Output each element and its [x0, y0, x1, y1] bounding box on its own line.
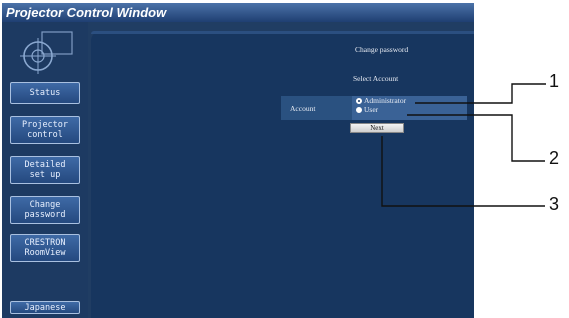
callout-3: 3 — [549, 194, 560, 214]
callout-lines — [381, 83, 546, 207]
callout-1: 1 — [549, 71, 560, 91]
callout-2: 2 — [549, 148, 560, 168]
